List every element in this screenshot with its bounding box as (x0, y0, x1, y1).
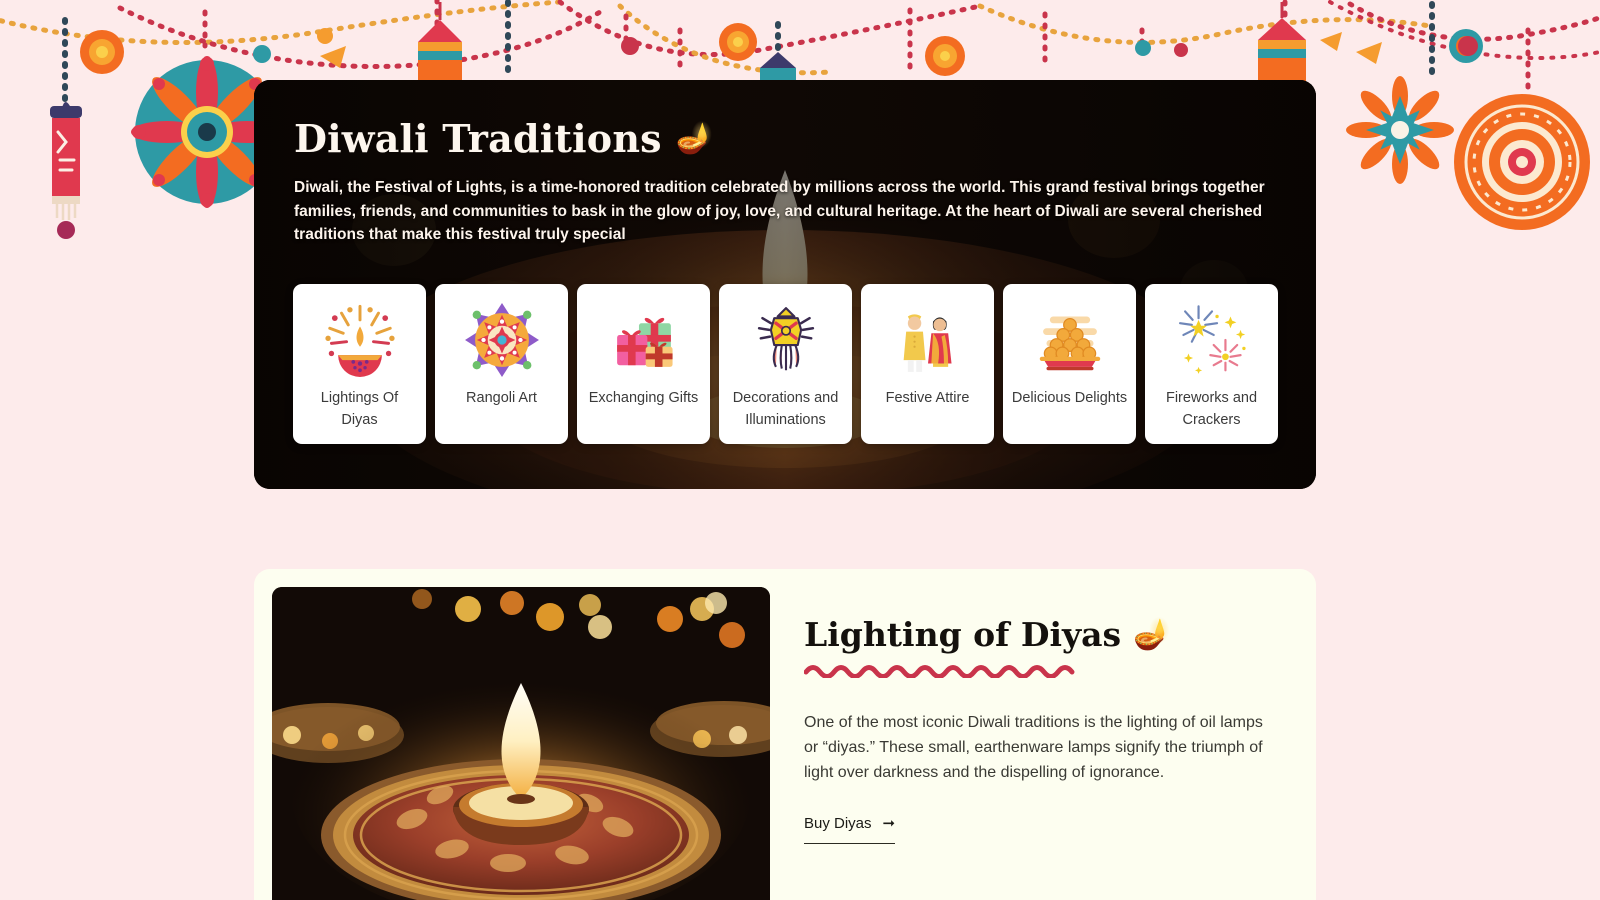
feature-image (272, 587, 770, 900)
tradition-card-label: Festive Attire (885, 390, 970, 406)
tradition-card-fireworks-and-crackers[interactable]: Fireworks and Crackers (1145, 284, 1278, 444)
feature-title: Lighting of Diyas 🪔 (804, 615, 1274, 654)
page-title: Diwali Traditions 🪔 (294, 118, 1276, 160)
couple-attire-icon (903, 314, 952, 372)
feature-paragraph: One of the most iconic Diwali traditions… (804, 713, 1263, 782)
fireworks-icon (1178, 305, 1246, 374)
arrow-right-icon: ➞ (882, 815, 896, 833)
hanging-lantern-icon (50, 102, 82, 239)
tradition-card-decorations-and-illuminations[interactable]: Decorations and Illuminations (719, 284, 852, 444)
lantern-icon (757, 307, 814, 371)
cone-ornament (1320, 32, 1342, 51)
cone-ornament (1356, 42, 1382, 64)
bead-ornament (1458, 36, 1478, 56)
tradition-card-label: Decorations and Illuminations (732, 390, 839, 428)
tradition-card-label: Delicious Delights (1011, 390, 1128, 406)
tradition-card-label: Fireworks and Crackers (1165, 390, 1258, 428)
hero-paragraph: Diwali, the Festival of Lights, is a tim… (294, 178, 1265, 244)
tradition-card-label: Lightings Of Diyas (320, 390, 399, 428)
tradition-card-label: Exchanging Gifts (588, 390, 699, 406)
tradition-card-rangoli-art[interactable]: Rangoli Art (435, 284, 568, 444)
diya-emoji-icon: 🪔 (675, 120, 714, 156)
cone-ornament (320, 46, 346, 68)
buy-diyas-link[interactable]: Buy Diyas ➞ (804, 815, 896, 845)
tradition-card-festive-attire[interactable]: Festive Attire (861, 284, 994, 444)
bead-ornament (621, 37, 639, 55)
tradition-card-delicious-delights[interactable]: Delicious Delights (1003, 284, 1136, 444)
star-mandala-icon (1346, 76, 1454, 184)
tradition-card-label: Rangoli Art (466, 390, 537, 406)
buy-diyas-label: Buy Diyas (804, 815, 872, 833)
diya-photo-illustration (272, 587, 770, 900)
bead-ornament (1174, 43, 1188, 57)
marigold-flower-icon (80, 23, 1483, 76)
diya-rays-icon (324, 304, 395, 377)
hero-title-text: Diwali Traditions (294, 116, 662, 161)
wavy-underline (804, 664, 1075, 678)
tradition-card-exchanging-gifts[interactable]: Exchanging Gifts (577, 284, 710, 444)
feature-title-text: Lighting of Diyas (804, 615, 1122, 654)
tradition-card-lightings-of-diyas[interactable]: Lightings Of Diyas (293, 284, 426, 444)
mandala-ornament-icon (1454, 94, 1590, 230)
rangoli-mandala-icon (464, 303, 539, 377)
diya-emoji-icon: 🪔 (1133, 617, 1171, 653)
feature-section-lighting-of-diyas: Lighting of Diyas 🪔 One of the most icon… (254, 569, 1316, 900)
laddoo-plate-icon (1039, 316, 1100, 371)
bead-ornament (1135, 40, 1151, 56)
tradition-card-list: Lightings Of Diyas Rangoli Art Exchangin… (293, 284, 1278, 444)
diwali-traditions-page: Diwali Traditions 🪔 Diwali, the Festival… (0, 0, 1600, 900)
bead-ornament (317, 28, 333, 44)
bead-ornament (253, 45, 271, 63)
gift-boxes-icon (616, 317, 673, 367)
